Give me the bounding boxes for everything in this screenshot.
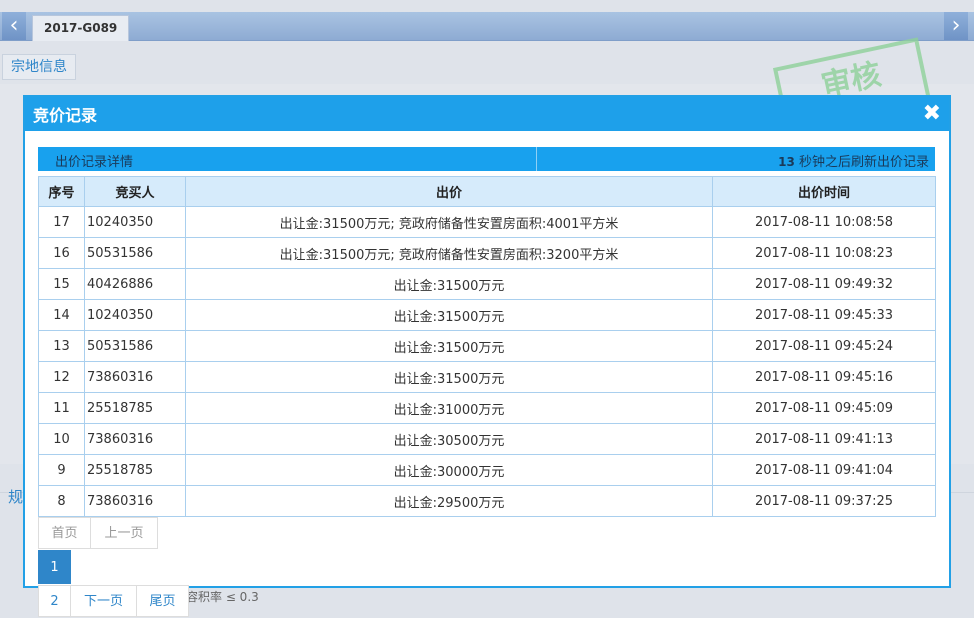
cell-bid: 出让金:30500万元 [185,423,713,455]
cell-no: 16 [38,237,85,269]
background-section-label: 规 [8,488,24,506]
table-row: 9 25518785 出让金:30000万元 2017-08-11 09:41:04 [38,454,936,486]
tab-scroll-left-icon[interactable]: ‹ [2,12,26,40]
cell-bid: 出让金:31500万元 [185,361,713,393]
refresh-countdown: 13 秒钟之后刷新出价记录 [778,151,929,170]
cell-bidder: 10240350 [84,206,186,238]
table-row: 12 73860316 出让金:31500万元 2017-08-11 09:45:16 [38,361,936,393]
next-page-button[interactable]: 下一页 [70,585,137,617]
table-row: 15 40426886 出让金:31500万元 2017-08-11 09:49:32 [38,268,936,300]
cell-no: 14 [38,299,85,331]
countdown-number: 13 [778,155,795,169]
cell-no: 10 [38,423,85,455]
header-bid: 出价 [185,176,713,207]
cell-time: 2017-08-11 09:37:25 [712,485,936,517]
bid-info-bar: 出价记录详情 13 秒钟之后刷新出价记录 [38,147,935,171]
cell-no: 8 [38,485,85,517]
cell-no: 17 [38,206,85,238]
table-row: 11 25518785 出让金:31000万元 2017-08-11 09:45:09 [38,392,936,424]
page-2-button[interactable]: 2 [38,585,71,617]
cell-time: 2017-08-11 10:08:58 [712,206,936,238]
header-no: 序号 [38,176,85,207]
cell-no: 15 [38,268,85,300]
cell-time: 2017-08-11 09:41:04 [712,454,936,486]
cell-bidder: 40426886 [84,268,186,300]
cell-no: 13 [38,330,85,362]
table-row: 16 50531586 出让金:31500万元; 竞政府储备性安置房面积:3200平… [38,237,936,269]
cell-bid: 出让金:29500万元 [185,485,713,517]
cell-bid: 出让金:31000万元 [185,392,713,424]
dialog-title: 竞价记录 [33,106,98,125]
cell-bid: 出让金:31500万元; 竞政府储备性安置房面积:4001平方米 [185,206,713,238]
header-time: 出价时间 [712,176,936,207]
bid-record-dialog: 竞价记录 ✖ 出价记录详情 13 秒钟之后刷新出价记录 序号 竞买人 出价 出价… [23,95,951,617]
cell-no: 11 [38,392,85,424]
table-row: 17 10240350 出让金:31500万元; 竞政府储备性安置房面积:4001平… [38,206,936,238]
cell-bidder: 25518785 [84,454,186,486]
cell-time: 2017-08-11 09:49:32 [712,268,936,300]
header-bidder: 竞买人 [84,176,186,207]
last-page-button[interactable]: 尾页 [136,585,189,617]
table-row: 10 73860316 出让金:30500万元 2017-08-11 09:41:13 [38,423,936,455]
info-bar-divider [536,147,537,171]
prev-page-button[interactable]: 上一页 [90,517,158,549]
cell-no: 12 [38,361,85,393]
table-row: 14 10240350 出让金:31500万元 2017-08-11 09:45:33 [38,299,936,331]
cell-bidder: 50531586 [84,330,186,362]
tab-scroll-right-icon[interactable]: › [944,12,968,40]
cell-bidder: 25518785 [84,392,186,424]
background-text: 容积率 ≤ 0.3 [186,590,259,604]
cell-bidder: 73860316 [84,361,186,393]
bid-detail-label: 出价记录详情 [55,155,134,170]
table-row: 8 73860316 出让金:29500万元 2017-08-11 09:37:25 [38,485,936,517]
tab-bar: ‹ 2017-G089 › [0,12,974,41]
cell-time: 2017-08-11 09:45:16 [712,361,936,393]
first-page-button[interactable]: 首页 [38,517,91,549]
table-row: 13 50531586 出让金:31500万元 2017-08-11 09:45:24 [38,330,936,362]
cell-bid: 出让金:31500万元 [185,299,713,331]
dialog-header: 竞价记录 ✖ [25,97,949,131]
page-1-button[interactable]: 1 [38,550,71,584]
cell-bid: 出让金:31500万元; 竞政府储备性安置房面积:3200平方米 [185,237,713,269]
bid-record-table: 序号 竞买人 出价 出价时间 17 10240350 出让金:31500万元; 竞政… [38,176,936,517]
parcel-info-button[interactable]: 宗地信息 [2,54,76,80]
cell-time: 2017-08-11 10:08:23 [712,237,936,269]
close-icon[interactable]: ✖ [923,103,941,125]
cell-no: 9 [38,454,85,486]
cell-bidder: 73860316 [84,423,186,455]
cell-time: 2017-08-11 09:45:09 [712,392,936,424]
cell-bidder: 73860316 [84,485,186,517]
table-header-row: 序号 竞买人 出价 出价时间 [38,176,936,207]
cell-time: 2017-08-11 09:45:33 [712,299,936,331]
countdown-text: 秒钟之后刷新出价记录 [798,155,929,170]
cell-bid: 出让金:31500万元 [185,268,713,300]
cell-bid: 出让金:31500万元 [185,330,713,362]
cell-bidder: 10240350 [84,299,186,331]
cell-bid: 出让金:30000万元 [185,454,713,486]
cell-bidder: 50531586 [84,237,186,269]
cell-time: 2017-08-11 09:41:13 [712,423,936,455]
cell-time: 2017-08-11 09:45:24 [712,330,936,362]
tab-2017-g089[interactable]: 2017-G089 [32,15,130,41]
